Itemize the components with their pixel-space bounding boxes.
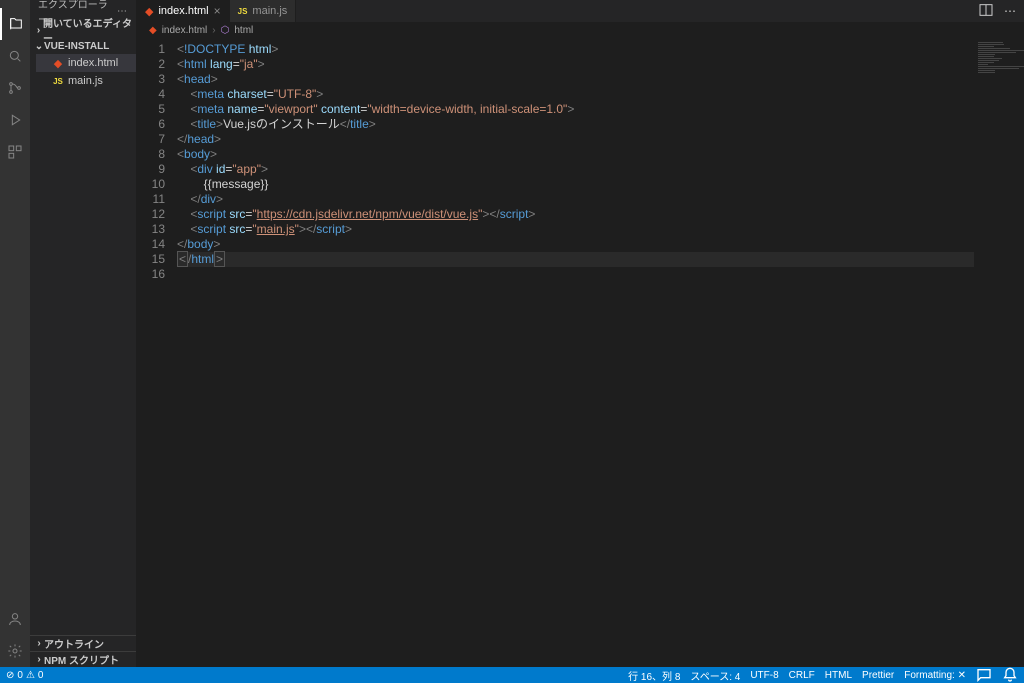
split-editor-icon[interactable] — [978, 2, 994, 21]
breadcrumb-item[interactable]: index.html — [162, 25, 208, 36]
explorer-icon[interactable] — [0, 8, 30, 40]
editor-area: ◆index.html×JSmain.js ⋯ ◆ index.html › ⬡… — [137, 0, 1024, 667]
status-encoding[interactable]: UTF-8 — [750, 667, 778, 683]
explorer-sidebar: エクスプローラー ⋯ ›開いているエディター ⌄VUE-INSTALL ◆ind… — [30, 0, 137, 667]
status-formatting[interactable]: Formatting: ✕ — [904, 667, 966, 683]
debug-icon[interactable] — [0, 104, 30, 136]
status-cursor[interactable]: 行 16、列 8 — [628, 667, 680, 683]
tab-bar: ◆ index.html × JS main.js ⋯ — [137, 0, 1024, 22]
symbol-icon: ⬡ — [221, 25, 230, 36]
breadcrumbs[interactable]: ◆ index.html › ⬡ html — [137, 22, 1024, 38]
file-row[interactable]: JS main.js — [36, 72, 136, 90]
status-spaces[interactable]: スペース: 4 — [690, 667, 740, 683]
settings-icon[interactable] — [0, 635, 30, 667]
activity-bar — [0, 0, 30, 667]
status-problems[interactable]: ⊘0 ⚠0 — [6, 670, 43, 681]
close-icon[interactable]: × — [214, 4, 221, 18]
section-outline[interactable]: ›アウトライン — [30, 635, 136, 651]
section-open-editors[interactable]: ›開いているエディター — [30, 22, 136, 38]
error-icon: ⊘ — [6, 670, 14, 681]
status-bar: ⊘0 ⚠0 行 16、列 8 スペース: 4 UTF-8 CRLF HTML P… — [0, 667, 1024, 683]
status-eol[interactable]: CRLF — [789, 667, 815, 683]
editor-tab[interactable]: ◆ index.html × — [137, 0, 230, 22]
bell-icon[interactable] — [1002, 667, 1018, 683]
html-file-icon: ◆ — [145, 5, 153, 18]
status-prettier[interactable]: Prettier — [862, 667, 894, 683]
status-language[interactable]: HTML — [825, 667, 852, 683]
tab-label: main.js — [252, 5, 287, 17]
warning-icon: ⚠ — [26, 670, 35, 681]
section-label: NPM スクリプト — [44, 652, 119, 667]
extensions-icon[interactable] — [0, 136, 30, 168]
html-file-icon: ◆ — [149, 25, 157, 36]
account-icon[interactable] — [0, 603, 30, 635]
file-name: index.html — [68, 57, 118, 69]
js-file-icon: JS — [52, 75, 64, 87]
file-name: main.js — [68, 75, 103, 87]
section-label: アウトライン — [44, 636, 104, 651]
chevron-right-icon: › — [212, 25, 215, 36]
breadcrumb-item[interactable]: html — [234, 25, 253, 36]
section-label: VUE-INSTALL — [44, 41, 109, 52]
feedback-icon[interactable] — [976, 667, 992, 683]
js-file-icon: JS — [238, 7, 248, 16]
tab-label: index.html — [158, 5, 208, 17]
source-control-icon[interactable] — [0, 72, 30, 104]
minimap[interactable] — [974, 38, 1024, 667]
code-editor[interactable]: 12345678910111213141516 <!DOCTYPE html><… — [137, 38, 1024, 667]
search-icon[interactable] — [0, 40, 30, 72]
file-row[interactable]: ◆ index.html — [36, 54, 136, 72]
editor-tab[interactable]: JS main.js — [230, 0, 297, 22]
section-project[interactable]: ⌄VUE-INSTALL — [30, 38, 136, 54]
html-file-icon: ◆ — [52, 57, 64, 69]
more-actions-icon[interactable]: ⋯ — [1004, 4, 1016, 18]
section-npm[interactable]: ›NPM スクリプト — [30, 651, 136, 667]
